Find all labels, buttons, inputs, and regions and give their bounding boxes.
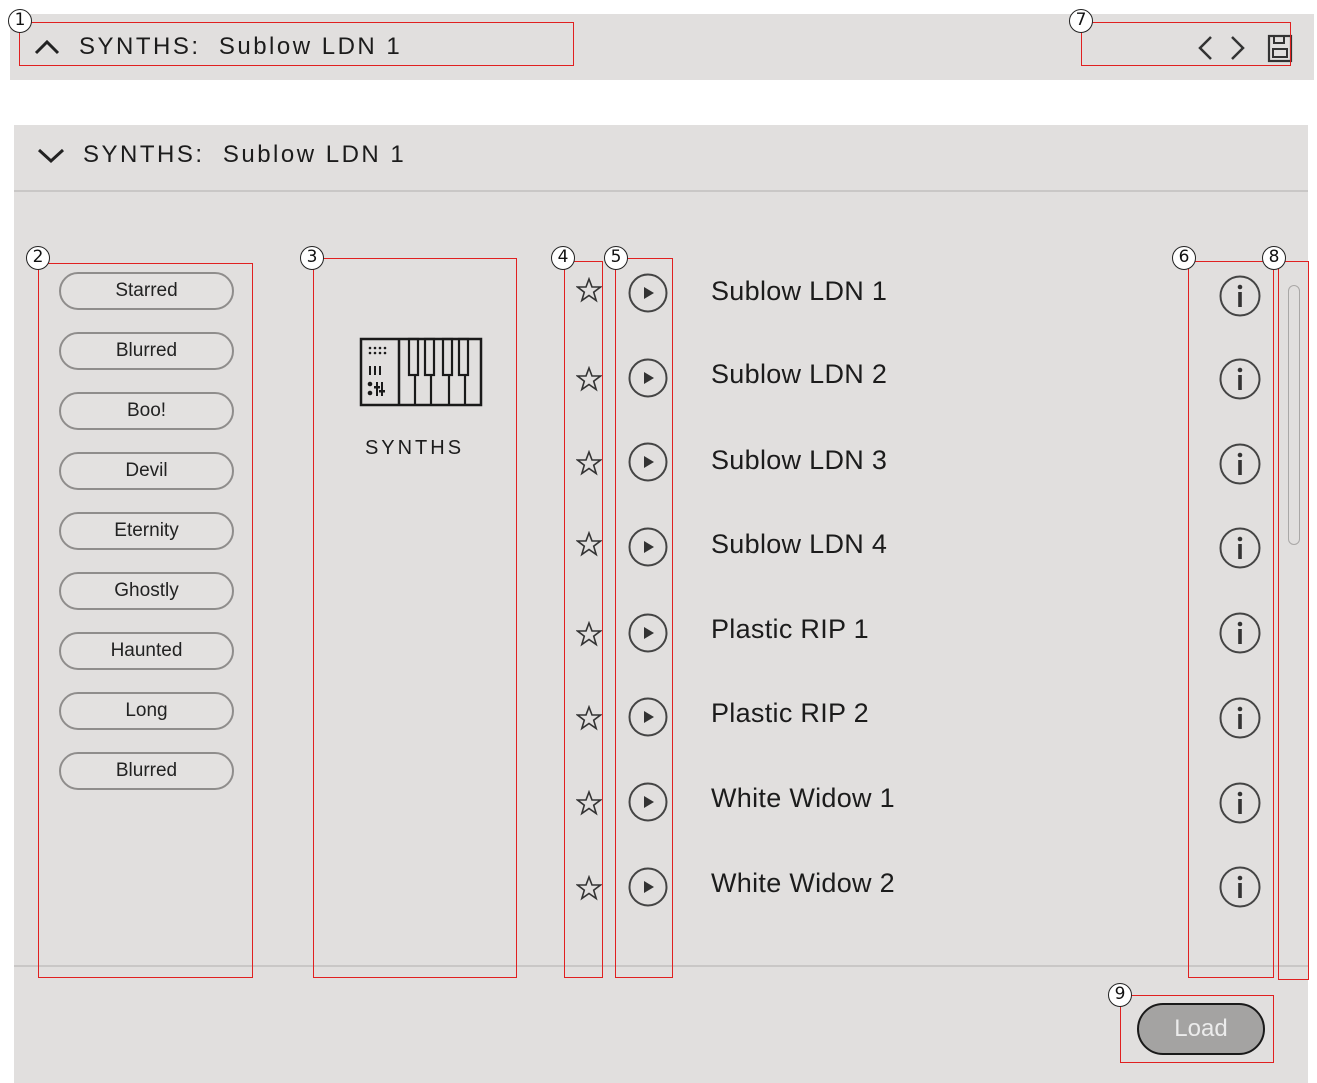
preset-name[interactable]: Plastic RIP 1 <box>711 614 869 645</box>
callout-badge-7: 7 <box>1069 9 1093 33</box>
preset-name[interactable]: White Widow 1 <box>711 783 895 814</box>
callout-box <box>38 263 253 978</box>
chevron-down-icon[interactable] <box>36 146 66 166</box>
preset-name[interactable]: Sublow LDN 1 <box>711 276 887 307</box>
preset-name[interactable]: White Widow 2 <box>711 868 895 899</box>
preset-name[interactable]: Sublow LDN 3 <box>711 445 887 476</box>
callout-box <box>1120 995 1274 1063</box>
callout-badge-4: 4 <box>551 246 575 270</box>
callout-box <box>313 258 517 978</box>
callout-badge-5: 5 <box>604 246 628 270</box>
preset-name[interactable]: Plastic RIP 2 <box>711 698 869 729</box>
header-divider <box>14 190 1308 192</box>
callout-badge-9: 9 <box>1108 983 1132 1007</box>
callout-box <box>1081 22 1291 66</box>
preset-name[interactable]: Sublow LDN 4 <box>711 529 887 560</box>
callout-badge-6: 6 <box>1172 246 1196 270</box>
callout-badge-8: 8 <box>1262 246 1286 270</box>
callout-badge-2: 2 <box>26 246 50 270</box>
callout-badge-3: 3 <box>300 246 324 270</box>
preset-name[interactable]: Sublow LDN 2 <box>711 359 887 390</box>
callout-box <box>615 258 673 978</box>
callout-badge-1: 1 <box>8 9 32 33</box>
callout-box <box>1278 261 1309 980</box>
callout-box <box>1188 261 1274 978</box>
callout-box <box>19 22 574 66</box>
panel-title: SYNTHS: Sublow LDN 1 <box>83 141 407 168</box>
callout-box <box>564 261 603 978</box>
